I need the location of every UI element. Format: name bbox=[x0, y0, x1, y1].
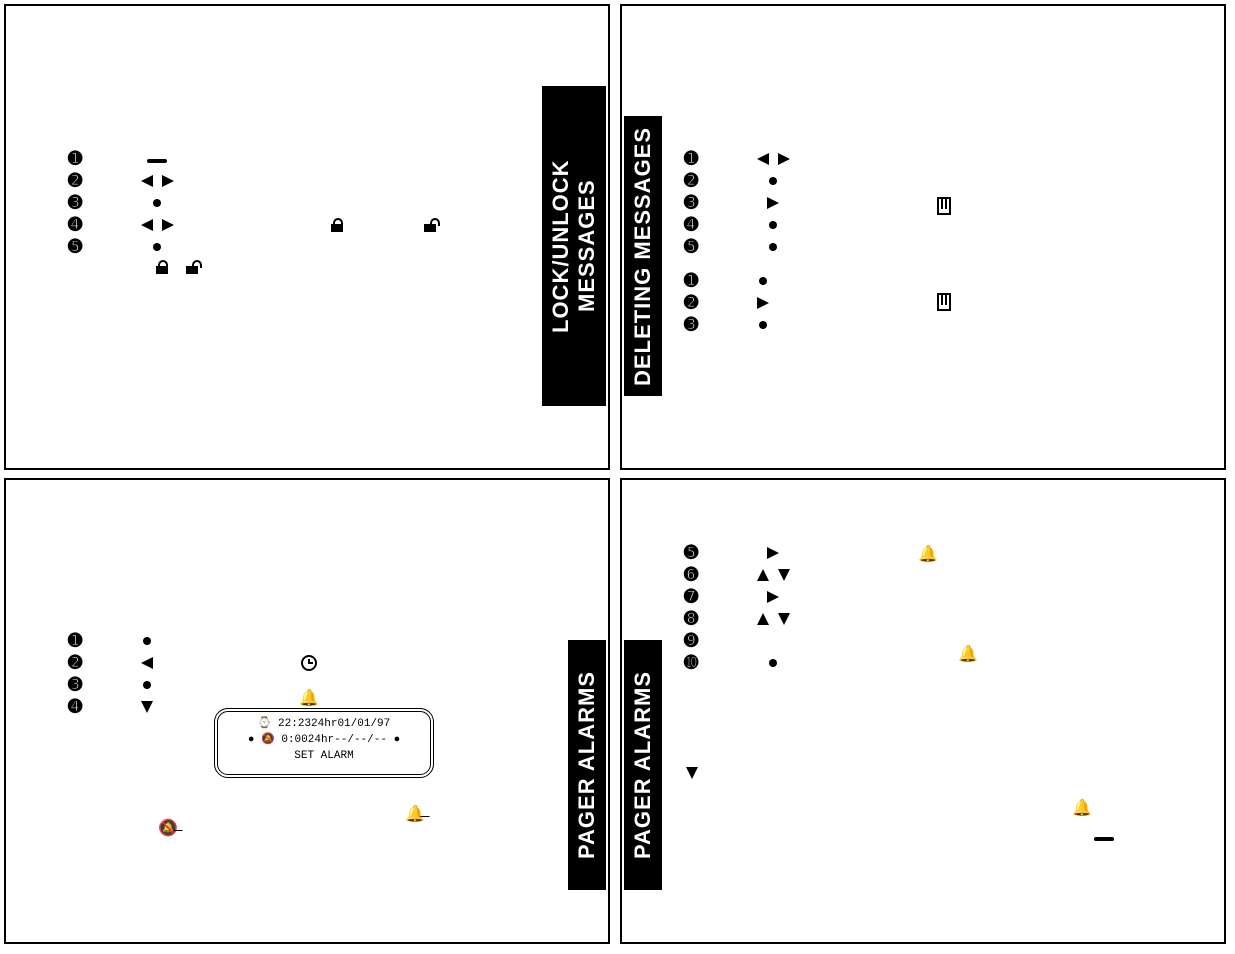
unlocked-icon bbox=[424, 214, 436, 237]
step-3b: ➌ bbox=[684, 314, 698, 336]
bell-icon-step5: 🔔 bbox=[918, 544, 938, 564]
nav-right-icon bbox=[757, 542, 790, 564]
step-icons-delete-b bbox=[757, 270, 769, 336]
lcd-row-label: SET ALARM bbox=[218, 748, 430, 764]
step-5: ➎ bbox=[68, 236, 82, 258]
step-3: ➌ bbox=[68, 674, 82, 696]
menu-dot-icon bbox=[757, 170, 790, 192]
step-numbers-delete-a: ➊ ➋ ➌ ➍ ➎ bbox=[684, 148, 698, 258]
nav-updown-icon-2 bbox=[757, 608, 790, 630]
step-numbers-delete-b: ➊ ➋ ➌ bbox=[684, 270, 698, 336]
step-icons-delete-a bbox=[757, 148, 790, 258]
step-6: ➏ bbox=[684, 564, 698, 586]
nav-right-icon bbox=[757, 192, 790, 214]
menu-dot-icon-2 bbox=[757, 214, 790, 236]
locked-icon bbox=[331, 214, 343, 237]
bell-icon: 🔔 bbox=[299, 688, 319, 708]
step-3: ➌ bbox=[68, 192, 82, 214]
read-button-note-icon bbox=[1094, 828, 1114, 846]
step-4: ➍ bbox=[68, 696, 82, 718]
step-1b: ➊ bbox=[684, 270, 698, 292]
step-10: ➓ bbox=[684, 652, 698, 674]
lcd-time-1: 22:23 bbox=[278, 718, 311, 730]
step-icons-alarms-b bbox=[757, 542, 790, 674]
lcd-row-clock: ⌚ 22:2324hr01/01/97 bbox=[218, 716, 430, 732]
lcd-date-2: --/--/-- bbox=[334, 734, 387, 746]
panel-alarms-right: PAGER ALARMS ➎ ➏ ➐ ➑ ➒ ➓ 🔔 🔔 🔔 bbox=[620, 478, 1226, 944]
step-4: ➍ bbox=[68, 214, 82, 236]
delete-icon bbox=[937, 194, 951, 220]
step-numbers-alarms-a: ➊ ➋ ➌ ➍ bbox=[68, 630, 82, 718]
locked-icon-small bbox=[156, 256, 168, 279]
bell-icon-note: 🔔 bbox=[1072, 798, 1092, 818]
step-1: ➊ bbox=[684, 148, 698, 170]
read-button-icon bbox=[141, 148, 174, 170]
step-7: ➐ bbox=[684, 586, 698, 608]
panel-lock-unlock: LOCK/UNLOCK MESSAGES ➊ ➋ ➌ ➍ ➎ bbox=[4, 4, 610, 470]
clock-icon bbox=[301, 652, 317, 676]
menu-dot-icon bbox=[141, 192, 174, 214]
lcd-row-alarm: ● 🔕 0:0024hr--/--/-- ● bbox=[218, 732, 430, 748]
step-3: ➌ bbox=[684, 192, 698, 214]
alarm-off-indicator: 🔕̶ bbox=[158, 818, 178, 838]
unlocked-icon-small bbox=[186, 256, 198, 279]
nav-down-icon bbox=[141, 696, 153, 718]
step-icons-lock bbox=[141, 148, 174, 258]
lcd-display: ⌚ 22:2324hr01/01/97 ● 🔕 0:0024hr--/--/--… bbox=[214, 708, 434, 778]
dot-left: ● bbox=[248, 734, 255, 746]
tab-lock-unlock: LOCK/UNLOCK MESSAGES bbox=[542, 86, 606, 406]
alarm-on-indicator: 🔔̶ bbox=[405, 804, 425, 824]
nav-arrows-icon-2 bbox=[141, 214, 174, 236]
lcd-mode-1: 24hr bbox=[311, 718, 337, 730]
step-1: ➊ bbox=[68, 630, 82, 652]
step-2: ➋ bbox=[684, 170, 698, 192]
tab-alarms-left: PAGER ALARMS bbox=[568, 640, 606, 890]
nav-down-note-icon bbox=[686, 762, 698, 784]
step-2: ➋ bbox=[68, 652, 82, 674]
menu-dot-icon-3 bbox=[757, 236, 790, 258]
nav-updown-icon bbox=[757, 564, 790, 586]
blank-row bbox=[757, 630, 790, 652]
step-2: ➋ bbox=[68, 170, 82, 192]
bell-icon-step9: 🔔 bbox=[958, 644, 978, 664]
manual-page-spread: LOCK/UNLOCK MESSAGES ➊ ➋ ➌ ➍ ➎ DELETING … bbox=[0, 0, 1235, 954]
step-icons-alarms-a bbox=[141, 630, 153, 718]
tab-deleting: DELETING MESSAGES bbox=[624, 116, 662, 396]
menu-dot-icon bbox=[141, 630, 153, 652]
delete-all-icon bbox=[937, 290, 951, 316]
step-4: ➍ bbox=[684, 214, 698, 236]
lcd-date-1: 01/01/97 bbox=[337, 718, 390, 730]
nav-left-icon bbox=[141, 652, 153, 674]
step-1: ➊ bbox=[68, 148, 82, 170]
dot-right: ● bbox=[394, 734, 401, 746]
tab-alarms-right: PAGER ALARMS bbox=[624, 640, 662, 890]
menu-dot-icon-b1 bbox=[757, 270, 769, 292]
clock-icon-small: ⌚ bbox=[258, 718, 272, 730]
step-8: ➑ bbox=[684, 608, 698, 630]
nav-right-icon-b bbox=[757, 292, 769, 314]
menu-dot-icon-2 bbox=[141, 236, 174, 258]
menu-dot-icon-b2 bbox=[757, 314, 769, 336]
step-numbers-alarms-b: ➎ ➏ ➐ ➑ ➒ ➓ bbox=[684, 542, 698, 674]
step-5: ➎ bbox=[684, 236, 698, 258]
menu-dot-icon bbox=[757, 652, 790, 674]
nav-arrows-icon bbox=[757, 148, 790, 170]
panel-deleting: DELETING MESSAGES ➊ ➋ ➌ ➍ ➎ ➊ ➋ ➌ bbox=[620, 4, 1226, 470]
nav-arrows-icon bbox=[141, 170, 174, 192]
step-numbers-lock: ➊ ➋ ➌ ➍ ➎ bbox=[68, 148, 82, 258]
bell-off-icon: 🔕 bbox=[261, 734, 275, 746]
menu-dot-icon-2 bbox=[141, 674, 153, 696]
step-5: ➎ bbox=[684, 542, 698, 564]
lcd-mode-2: 24hr bbox=[308, 734, 334, 746]
lcd-time-2: 0:00 bbox=[281, 734, 307, 746]
nav-right-icon-2 bbox=[757, 586, 790, 608]
step-2b: ➋ bbox=[684, 292, 698, 314]
step-9: ➒ bbox=[684, 630, 698, 652]
